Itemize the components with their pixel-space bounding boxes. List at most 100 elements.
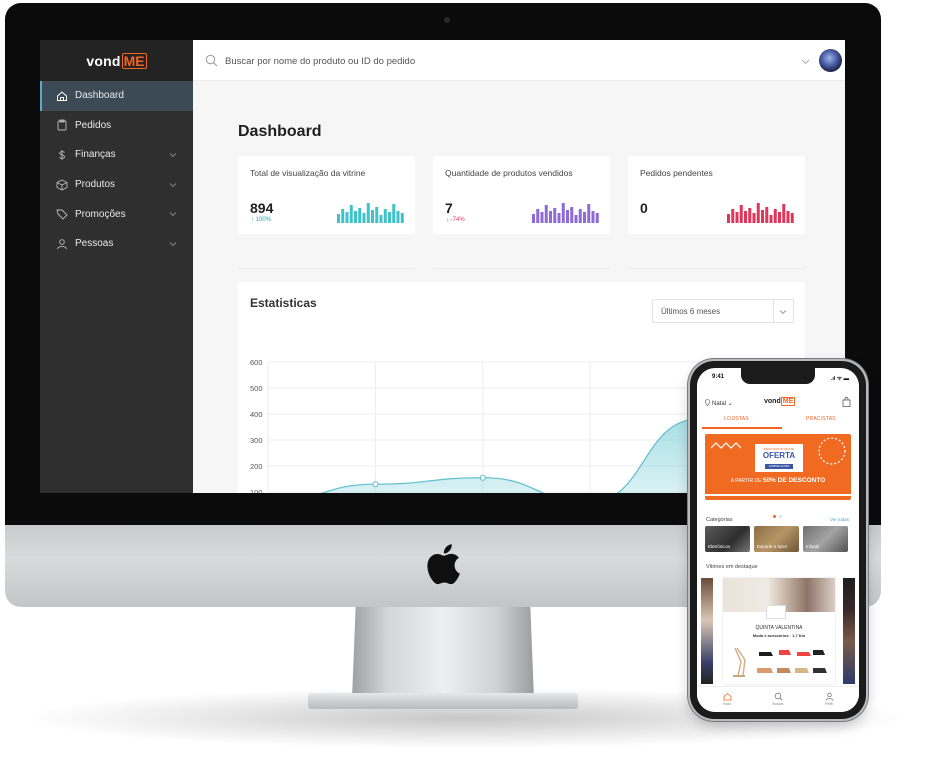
mini-bar-chart	[337, 203, 404, 223]
tab-lojistas[interactable]: LOJISTAS	[724, 416, 749, 422]
mini-bar	[761, 210, 764, 223]
divider	[773, 300, 774, 322]
sidebar-item-label: Pedidos	[75, 119, 112, 131]
imac-stand-foot	[308, 693, 578, 709]
mobile-tabs: LOJISTAS PRACISTAS	[697, 414, 859, 429]
card-products-sold: Quantidade de produtos vendidos 7 ↓ -74%	[433, 156, 610, 234]
card-value: 894	[250, 200, 274, 216]
mini-bar	[392, 204, 396, 223]
category-label: Eletrônicos	[708, 544, 731, 549]
mini-bar	[782, 204, 786, 223]
mini-bar	[354, 211, 357, 223]
period-select[interactable]: Últimos 6 meses	[652, 299, 794, 323]
brand-accent: ME	[121, 52, 147, 69]
featured-store-card[interactable]: QUINTA VALENTINA Moda e acessórios · 1,7…	[723, 578, 835, 684]
user-icon	[825, 692, 833, 701]
user-icon	[57, 239, 67, 249]
phone-frame: 9:41 .ıl ᯤ ▬ Natal ⌄ vond ME LOJISTAS PRA…	[690, 361, 866, 719]
card-vitrine-views: Total de visualização da vitrine 894 ↑ 1…	[238, 156, 415, 234]
bottom-nav-label: Buscar	[772, 702, 784, 706]
mini-bar	[583, 212, 586, 223]
chevron-down-icon	[169, 182, 177, 187]
data-point[interactable]	[479, 474, 486, 481]
sidebar-item-produtos[interactable]: Produtos	[40, 170, 193, 200]
carousel-dot[interactable]	[779, 515, 782, 518]
categories-title: Categorias	[706, 517, 733, 523]
avatar[interactable]	[819, 49, 842, 72]
tag-icon	[56, 209, 68, 220]
location-selector[interactable]: Natal ⌄	[705, 399, 733, 407]
mini-bar-chart	[727, 203, 794, 223]
mini-bar	[790, 213, 794, 223]
bottom-nav-search[interactable]: Buscar	[763, 692, 793, 706]
page-title: Dashboard	[238, 123, 322, 140]
tab-pracistas[interactable]: PRACISTAS	[806, 416, 836, 422]
carousel-dots	[773, 505, 785, 523]
category-infantil[interactable]: Infantil	[803, 526, 848, 552]
sidebar-item-label: Produtos	[75, 179, 116, 191]
mini-bar	[735, 212, 739, 223]
sidebar-item-pedidos[interactable]: Pedidos	[40, 111, 193, 141]
location-label: Natal	[712, 401, 727, 407]
stats-title: Estatisticas	[250, 296, 317, 310]
status-icons: .ıl ᯤ ▬	[830, 376, 849, 382]
divider	[238, 268, 415, 269]
sidebar-item-dashboard[interactable]: Dashboard	[40, 81, 193, 111]
carousel-dot[interactable]	[773, 515, 776, 518]
banner-footer-bold: 50% DE DESCONTO	[762, 477, 826, 484]
showcase-peek-right[interactable]	[843, 578, 855, 684]
sidebar-item-financas[interactable]: Finanças	[40, 140, 193, 170]
mini-bar	[756, 203, 760, 223]
mini-bar	[349, 205, 353, 223]
banner-buy-button[interactable]: COMPRE AGORA	[765, 464, 793, 469]
category-eletronicos[interactable]: Eletrônicos	[705, 526, 750, 552]
mini-bar	[337, 214, 340, 223]
search-icon	[205, 54, 218, 67]
category-label: Infantil	[806, 544, 820, 549]
banner-footer-text: A PARTIR DE 50% DE DESCONTO	[705, 477, 851, 484]
mini-bar	[773, 209, 777, 223]
showcase-title: Vitrines em destaque	[706, 564, 758, 570]
mini-bar	[549, 211, 552, 223]
mini-bar	[587, 204, 591, 223]
mini-bar	[383, 209, 387, 223]
phone-notch	[741, 368, 815, 384]
mini-bar	[769, 215, 773, 223]
circle-decoration-icon	[818, 437, 846, 465]
sidebar: vond ME Dashboard Pedidos Finanças Produ…	[40, 40, 193, 493]
mockup-stage: vond ME Dashboard Pedidos Finanças Produ…	[0, 0, 930, 770]
chevron-down-icon	[779, 310, 787, 315]
y-tick-label: 100	[250, 488, 263, 493]
top-bar	[193, 40, 845, 81]
category-esporte[interactable]: Esporte e lazer	[754, 526, 799, 552]
mini-bar	[561, 203, 565, 223]
bottom-nav-profile[interactable]: Perfil	[814, 692, 844, 706]
shopping-bag-icon[interactable]	[842, 397, 851, 407]
bottom-nav-home[interactable]: Início	[712, 692, 742, 706]
home-icon	[57, 91, 67, 101]
chevron-down-icon[interactable]	[801, 57, 810, 66]
card-title: Quantidade de produtos vendidos	[445, 168, 573, 178]
product-thumbnails	[733, 647, 827, 677]
brand-logo[interactable]: vond ME	[40, 40, 193, 81]
chevron-down-icon	[169, 153, 177, 158]
see-all-link[interactable]: Ver todas	[830, 517, 849, 522]
mini-bar	[375, 207, 379, 223]
sidebar-item-label: Promoções	[75, 208, 126, 220]
mobile-app-screen: 9:41 .ıl ᯤ ▬ Natal ⌄ vond ME LOJISTAS PRA…	[697, 368, 859, 712]
mini-bar	[765, 207, 769, 223]
mini-bar	[544, 205, 548, 223]
sidebar-item-promocoes[interactable]: Promoções	[40, 199, 193, 229]
promo-banner[interactable]: DESCONTOS DE ATÉ OFERTA COMPRE AGORA A P…	[705, 434, 851, 500]
apple-logo-icon	[427, 544, 460, 585]
mobile-brand-accent: ME	[780, 397, 796, 406]
search-input[interactable]	[225, 52, 675, 70]
mini-bar	[358, 208, 362, 223]
showcase-peek-left[interactable]	[701, 578, 713, 684]
sidebar-item-pessoas[interactable]: Pessoas	[40, 229, 193, 259]
mini-bar	[739, 205, 743, 223]
data-point[interactable]	[372, 481, 379, 488]
mini-bar	[400, 213, 404, 223]
mini-bar	[553, 208, 557, 223]
chevron-down-icon	[169, 242, 177, 247]
